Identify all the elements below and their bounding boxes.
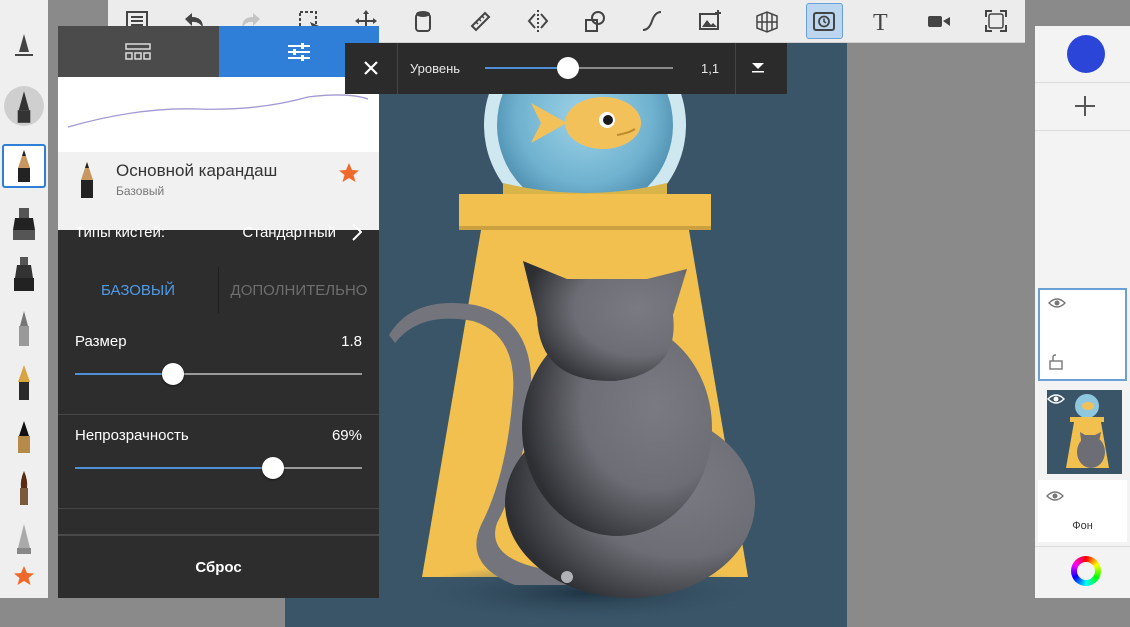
video-icon[interactable] <box>920 3 957 39</box>
brush-ballpoint-icon[interactable] <box>2 306 46 350</box>
brush-types-row[interactable]: Типы кистей: Стандартный <box>58 204 379 260</box>
opacity-value: 69% <box>331 427 362 444</box>
eye-icon[interactable] <box>1047 392 1065 410</box>
layer-artwork[interactable] <box>1038 386 1127 476</box>
layer-background-label: Фон <box>1072 520 1093 532</box>
fullscreen-icon[interactable] <box>978 3 1015 39</box>
panel-tabs <box>58 26 379 77</box>
tab-brush-library[interactable] <box>58 26 219 77</box>
level-slider[interactable] <box>485 57 673 79</box>
divider <box>1035 82 1130 83</box>
favorite-star-icon[interactable] <box>337 161 361 190</box>
level-label: Уровень <box>410 61 461 76</box>
size-label: Размер <box>75 333 127 350</box>
brush-types-value: Стандартный <box>242 223 336 241</box>
add-layer-icon[interactable] <box>1073 94 1097 123</box>
brush-paintbrush-icon[interactable] <box>2 466 46 510</box>
bucket-icon[interactable] <box>404 3 441 39</box>
opacity-slider-fill <box>75 467 274 469</box>
level-slider-thumb[interactable] <box>556 57 579 79</box>
curve-icon[interactable] <box>634 3 671 39</box>
unlock-icon[interactable] <box>1049 354 1063 375</box>
size-slider[interactable] <box>75 363 362 385</box>
layer-background[interactable]: Фон <box>1038 480 1127 542</box>
brush-cone-icon[interactable] <box>2 520 46 556</box>
close-icon[interactable] <box>361 58 381 81</box>
text-icon[interactable]: T <box>863 3 900 39</box>
current-color-swatch[interactable] <box>1067 35 1105 73</box>
divider <box>1035 546 1130 547</box>
brush-thumbnail-icon <box>75 160 99 205</box>
level-slider-fill <box>485 67 568 69</box>
brush-category: Базовый <box>116 184 165 198</box>
brush-airbrush-icon[interactable] <box>2 252 46 296</box>
chevron-right-icon <box>352 223 362 241</box>
brush-ink-icon[interactable] <box>2 414 46 458</box>
layer-empty[interactable] <box>1038 288 1127 381</box>
size-value: 1.8 <box>341 333 362 350</box>
level-value: 1,1 <box>701 61 720 76</box>
size-slider-thumb[interactable] <box>161 363 184 385</box>
brush-fountain-pen-icon[interactable] <box>2 360 46 404</box>
divider <box>735 43 736 94</box>
brush-grid-icon <box>125 42 151 60</box>
brush-properties-panel: Основной карандаш Базовый Типы кистей: С… <box>58 26 379 598</box>
favorites-star-icon[interactable] <box>2 560 46 592</box>
image-icon[interactable] <box>691 3 728 39</box>
brush-name: Основной карандаш <box>116 161 278 180</box>
size-slider-fill <box>75 373 173 375</box>
ruler-icon[interactable] <box>462 3 499 39</box>
divider <box>58 508 379 509</box>
svg-text:T: T <box>873 10 888 34</box>
eye-icon[interactable] <box>1048 296 1066 314</box>
tab-advanced[interactable]: ДОПОЛНИТЕЛЬНО <box>219 267 379 313</box>
timelapse-icon[interactable] <box>805 3 843 39</box>
dropdown-icon[interactable] <box>750 61 766 76</box>
brush-library-strip <box>0 0 48 598</box>
level-bar: Уровень 1,1 <box>345 43 787 94</box>
brush-marker-icon[interactable] <box>2 202 46 246</box>
opacity-label: Непрозрачность <box>75 427 189 444</box>
eye-icon[interactable] <box>1046 489 1064 507</box>
reset-button[interactable]: Сброс <box>58 534 379 598</box>
shapes-icon[interactable] <box>576 3 613 39</box>
symmetry-icon[interactable] <box>519 3 556 39</box>
opacity-slider[interactable] <box>75 457 362 479</box>
brush-preview-pencil-icon[interactable] <box>2 84 46 128</box>
perspective-icon[interactable] <box>748 3 785 39</box>
divider <box>1035 130 1130 131</box>
mode-tabs: БАЗОВЫЙ ДОПОЛНИТЕЛЬНО <box>58 267 379 313</box>
brush-pencil-selected-icon[interactable] <box>2 144 46 188</box>
tab-basic[interactable]: БАЗОВЫЙ <box>58 267 219 313</box>
right-panel: Фон <box>1035 26 1130 598</box>
brush-tip-indicator-icon[interactable] <box>2 26 46 70</box>
divider <box>58 414 379 415</box>
sliders-icon <box>287 42 310 61</box>
divider <box>397 43 398 94</box>
opacity-slider-thumb[interactable] <box>262 457 285 479</box>
brush-types-label: Типы кистей: <box>75 223 165 241</box>
color-wheel-icon[interactable] <box>1071 556 1101 586</box>
